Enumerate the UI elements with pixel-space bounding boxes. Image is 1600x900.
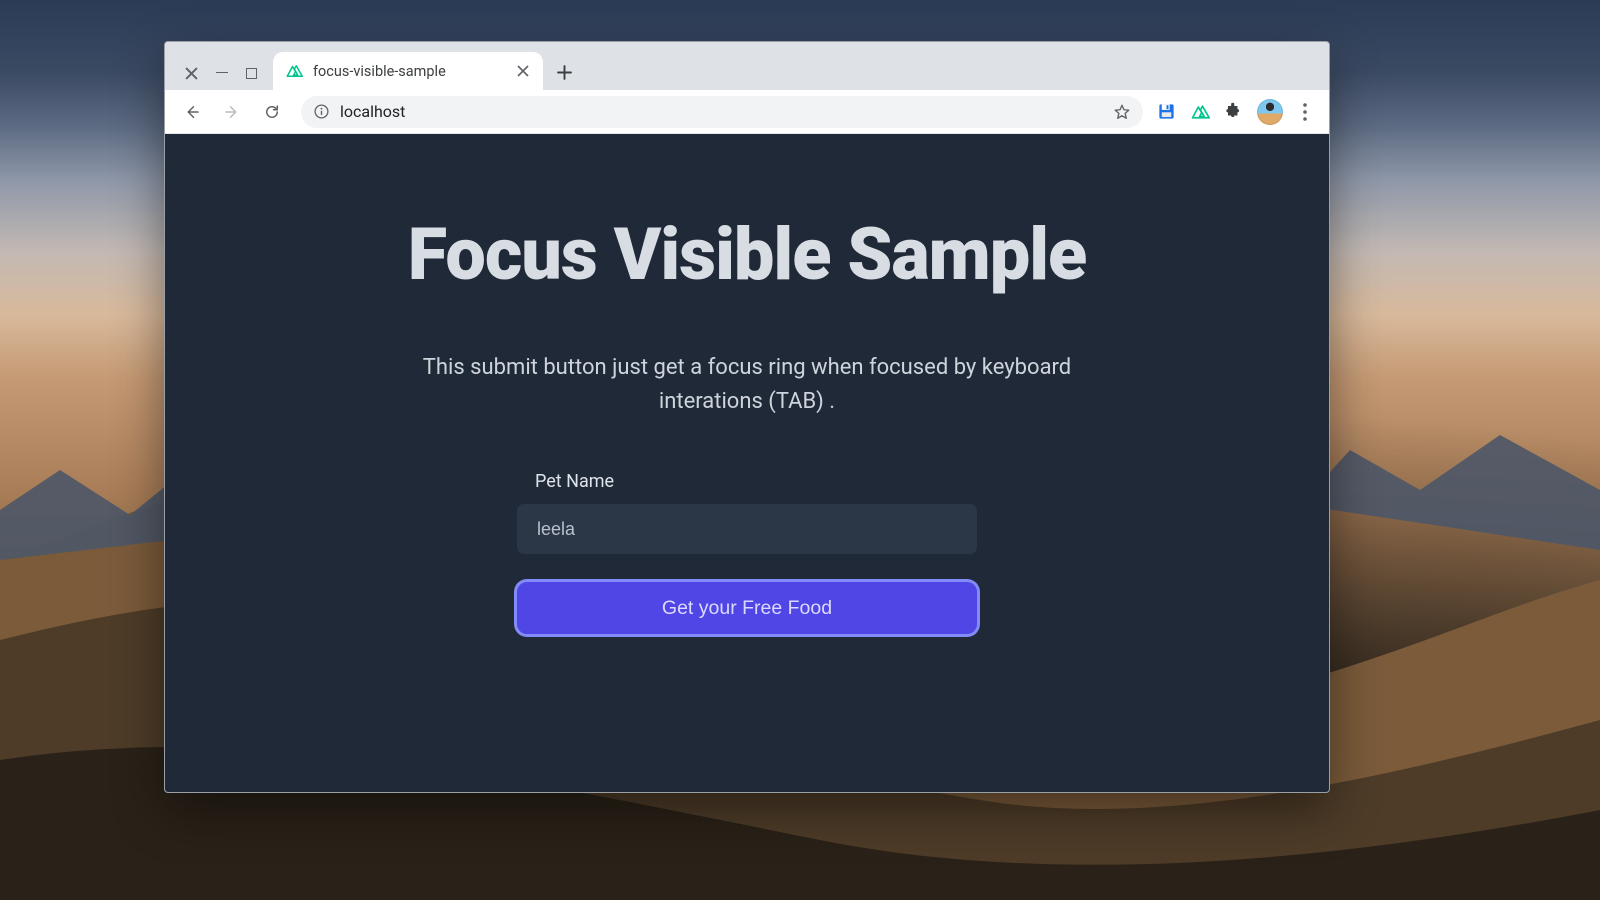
reload-button[interactable] [255,95,289,129]
browser-window: focus-visible-sample localhost [164,41,1330,793]
bookmark-star-icon[interactable] [1113,103,1131,121]
new-tab-button[interactable] [543,65,586,90]
tab-close-button[interactable] [517,65,529,77]
page-content: Focus Visible Sample This submit button … [165,134,1329,792]
page-description: This submit button just get a focus ring… [387,351,1107,419]
window-close-button[interactable] [185,67,198,80]
save-disk-icon[interactable] [1157,102,1176,121]
url-text: localhost [340,102,1103,121]
pet-name-label: Pet Name [535,471,977,492]
tab-title: focus-visible-sample [313,63,507,80]
profile-avatar[interactable] [1257,99,1283,125]
extensions-puzzle-icon[interactable] [1224,102,1243,121]
browser-toolbar: localhost [165,90,1329,134]
pet-name-input[interactable] [517,504,977,554]
forward-button[interactable] [215,95,249,129]
site-info-icon[interactable] [313,103,330,120]
nuxt-icon [285,62,303,80]
browser-tab[interactable]: focus-visible-sample [273,52,543,90]
tab-strip: focus-visible-sample [165,42,1329,90]
extension-icons [1155,99,1319,125]
back-button[interactable] [175,95,209,129]
window-maximize-button[interactable] [246,68,257,79]
submit-button[interactable]: Get your Free Food [517,582,977,634]
browser-menu-button[interactable] [1297,103,1313,121]
window-controls [173,67,273,90]
sample-form: Pet Name Get your Free Food [517,471,977,634]
window-minimize-button[interactable] [216,72,228,73]
nuxt-extension-icon[interactable] [1190,102,1210,122]
address-bar[interactable]: localhost [301,96,1143,128]
page-heading: Focus Visible Sample [408,212,1087,297]
